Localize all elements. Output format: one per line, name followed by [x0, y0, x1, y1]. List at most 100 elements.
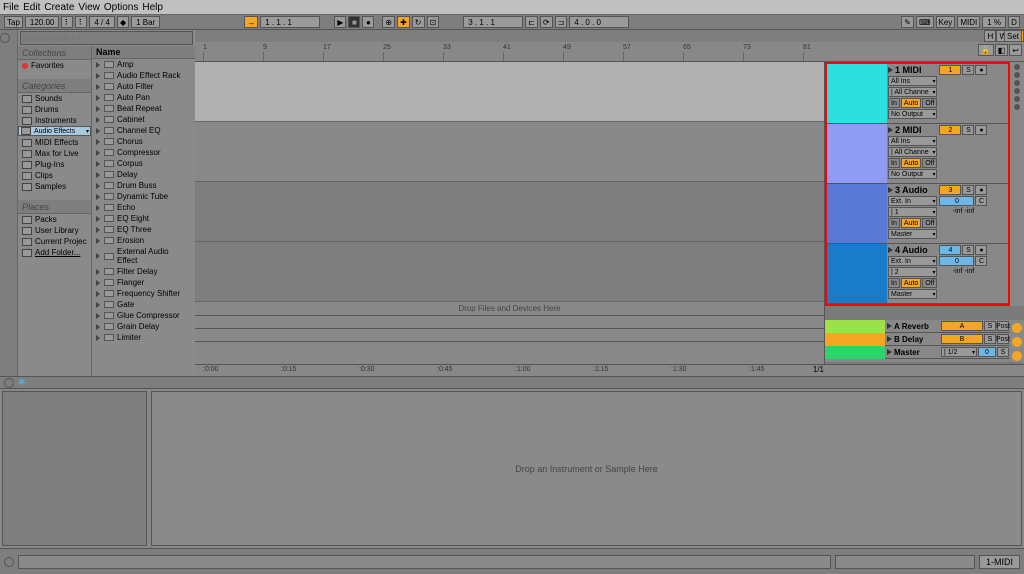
- place-packs[interactable]: Packs: [18, 214, 91, 225]
- menu-file[interactable]: File: [3, 2, 19, 13]
- category-max-for-live[interactable]: Max for Live: [18, 148, 91, 159]
- effect-drum-buss[interactable]: Drum Buss: [92, 180, 195, 191]
- follow-button[interactable]: →: [244, 16, 258, 28]
- output-select[interactable]: No Output: [888, 109, 937, 119]
- effect-echo[interactable]: Echo: [92, 202, 195, 213]
- effect-frequency-shifter[interactable]: Frequency Shifter: [92, 288, 195, 299]
- menu-edit[interactable]: Edit: [23, 2, 40, 13]
- track-activator[interactable]: 1: [939, 65, 961, 75]
- monitor-in[interactable]: In: [888, 218, 900, 228]
- effect-cabinet[interactable]: Cabinet: [92, 114, 195, 125]
- solo-button[interactable]: S: [962, 125, 974, 135]
- monitor-off[interactable]: Off: [922, 158, 937, 168]
- timeline[interactable]: Drop Files and Devices Here: [195, 62, 825, 364]
- effect-channel-eq[interactable]: Channel EQ: [92, 125, 195, 136]
- hot-swap-icon[interactable]: ✱: [18, 377, 26, 388]
- track-3-audio[interactable]: 3 AudioExt. In| 1InAutoOffMaster3S●0C-in…: [827, 184, 1008, 244]
- timesig-field[interactable]: 4 / 4: [89, 16, 115, 28]
- place-add-folder-[interactable]: Add Folder...: [18, 247, 91, 258]
- nudge-up-button[interactable]: ⠇: [75, 16, 87, 28]
- place-current-projec[interactable]: Current Projec: [18, 236, 91, 247]
- place-user-library[interactable]: User Library: [18, 225, 91, 236]
- stop-button[interactable]: ■: [348, 16, 360, 28]
- effect-glue-compressor[interactable]: Glue Compressor: [92, 310, 195, 321]
- h-button[interactable]: H: [984, 30, 996, 42]
- input-type-select[interactable]: All Ins: [888, 76, 937, 86]
- effect-external-audio-effect[interactable]: External Audio Effect: [92, 246, 195, 266]
- marker-icon[interactable]: ◧: [995, 44, 1009, 56]
- track-activator[interactable]: 3: [939, 185, 961, 195]
- track-fold-icon[interactable]: [888, 187, 893, 193]
- track-fold-icon[interactable]: [888, 67, 893, 73]
- punch-out-button[interactable]: ⊐: [555, 16, 568, 28]
- lock-icon[interactable]: 🔒: [978, 44, 994, 56]
- overdub-button[interactable]: ⊕: [382, 16, 395, 28]
- monitor-auto[interactable]: Auto: [901, 98, 921, 108]
- effect-filter-delay[interactable]: Filter Delay: [92, 266, 195, 277]
- arm-button[interactable]: ●: [975, 65, 987, 75]
- search-input[interactable]: [20, 31, 193, 45]
- tempo-field[interactable]: 120.00: [25, 16, 59, 28]
- output-select[interactable]: No Output: [888, 169, 937, 179]
- set-button[interactable]: Set: [1004, 30, 1022, 42]
- return-b[interactable]: B DelayBSPost: [825, 333, 1010, 346]
- device-drop-area[interactable]: Drop an Instrument or Sample Here: [151, 391, 1022, 546]
- record-button[interactable]: ●: [362, 16, 374, 28]
- menu-options[interactable]: Options: [104, 2, 138, 13]
- effect-delay[interactable]: Delay: [92, 169, 195, 180]
- io-toggle-3[interactable]: [1012, 351, 1022, 361]
- overload-button[interactable]: D: [1008, 16, 1020, 28]
- effect-chorus[interactable]: Chorus: [92, 136, 195, 147]
- back-icon[interactable]: ↩: [1009, 44, 1022, 56]
- io-toggle-2[interactable]: [1012, 337, 1022, 347]
- timeline-ruler[interactable]: 19172533414957657381: [195, 42, 1024, 62]
- monitor-in[interactable]: In: [888, 98, 900, 108]
- capture-button[interactable]: ⊡: [427, 16, 440, 28]
- nudge-down-button[interactable]: ⠇: [61, 16, 73, 28]
- master-track[interactable]: Master| 1/20S: [825, 346, 1010, 359]
- input-channel-select[interactable]: | All Channe: [888, 147, 937, 157]
- effect-amp[interactable]: Amp: [92, 59, 195, 70]
- track-fold-icon[interactable]: [888, 127, 893, 133]
- automation-arm-button[interactable]: ✚: [397, 16, 410, 28]
- category-sounds[interactable]: Sounds: [18, 93, 91, 104]
- input-channel-select[interactable]: | All Channe: [888, 87, 937, 97]
- menu-view[interactable]: View: [78, 2, 100, 13]
- favorites-item[interactable]: Favorites: [18, 60, 91, 71]
- computer-keyboard-button[interactable]: ⌨: [916, 16, 934, 28]
- effect-compressor[interactable]: Compressor: [92, 147, 195, 158]
- browser-collapse-icon[interactable]: [0, 33, 10, 43]
- return-a[interactable]: A ReverbASPost: [825, 320, 1010, 333]
- category-plug-ins[interactable]: Plug-Ins: [18, 159, 91, 170]
- metronome-button[interactable]: ◆: [117, 16, 129, 28]
- effect-audio-effect-rack[interactable]: Audio Effect Rack: [92, 70, 195, 81]
- arm-button[interactable]: ●: [975, 125, 987, 135]
- monitor-auto[interactable]: Auto: [901, 158, 921, 168]
- monitor-off[interactable]: Off: [922, 98, 937, 108]
- track-activator[interactable]: 4: [939, 245, 961, 255]
- monitor-auto[interactable]: Auto: [901, 218, 921, 228]
- track-activator[interactable]: 2: [939, 125, 961, 135]
- input-channel-select[interactable]: | 1: [888, 207, 937, 217]
- reenable-button[interactable]: ↻: [412, 16, 425, 28]
- monitor-in[interactable]: In: [888, 278, 900, 288]
- draw-button[interactable]: ✎: [901, 16, 914, 28]
- track-fold-icon[interactable]: [888, 247, 893, 253]
- monitor-off[interactable]: Off: [922, 218, 937, 228]
- monitor-auto[interactable]: Auto: [901, 278, 921, 288]
- key-map-button[interactable]: Key: [936, 16, 956, 28]
- effect-auto-filter[interactable]: Auto Filter: [92, 81, 195, 92]
- category-drums[interactable]: Drums: [18, 104, 91, 115]
- effect-auto-pan[interactable]: Auto Pan: [92, 92, 195, 103]
- loop-button[interactable]: ⟳: [540, 16, 553, 28]
- solo-button[interactable]: S: [962, 185, 974, 195]
- play-button[interactable]: ▶: [334, 16, 346, 28]
- device-collapse-icon[interactable]: [4, 378, 14, 388]
- effect-limiter[interactable]: Limiter: [92, 332, 195, 343]
- arm-button[interactable]: ●: [975, 245, 987, 255]
- effect-grain-delay[interactable]: Grain Delay: [92, 321, 195, 332]
- arm-button[interactable]: ●: [975, 185, 987, 195]
- effect-dynamic-tube[interactable]: Dynamic Tube: [92, 191, 195, 202]
- solo-button[interactable]: S: [962, 245, 974, 255]
- effect-corpus[interactable]: Corpus: [92, 158, 195, 169]
